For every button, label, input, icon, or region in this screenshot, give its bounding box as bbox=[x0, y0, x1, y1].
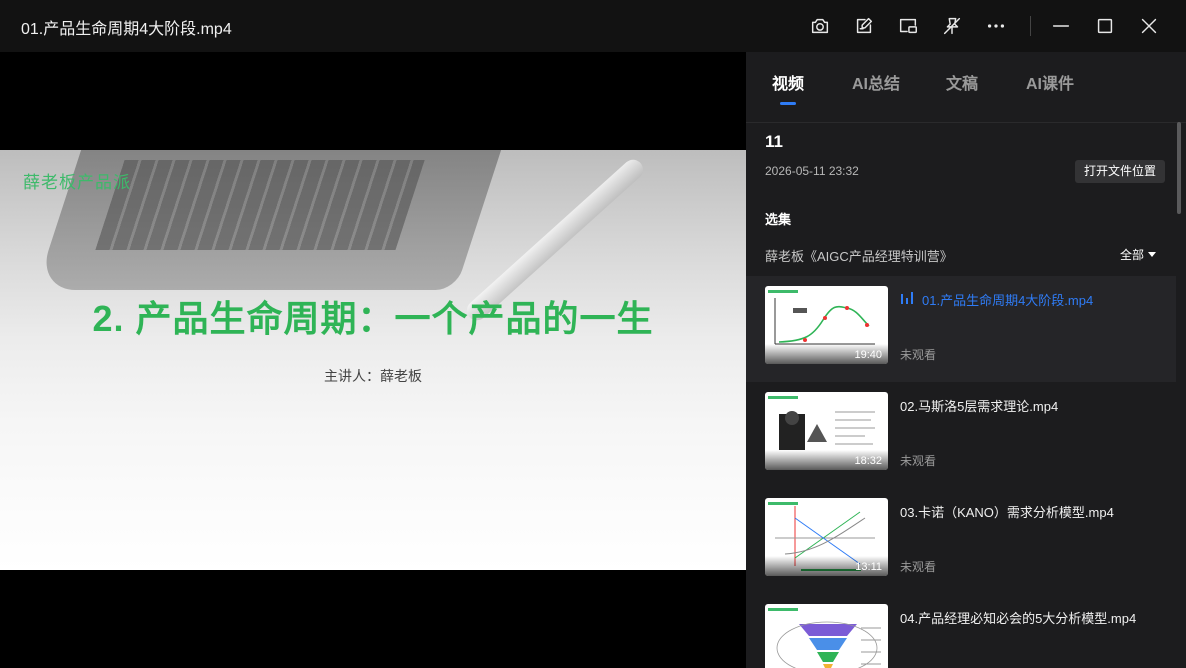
title-bar-divider bbox=[1030, 16, 1031, 36]
video-duration: 13:11 bbox=[855, 561, 882, 573]
screenshot-icon[interactable] bbox=[806, 12, 834, 40]
episode-filter-dropdown[interactable]: 全部 bbox=[1120, 246, 1157, 263]
video-title: 04.产品经理必知必会的5大分析模型.mp4 bbox=[900, 611, 1137, 626]
playlist-item[interactable]: 04.产品经理必知必会的5大分析模型.mp4 bbox=[746, 594, 1176, 668]
playlist-sidebar: 视频 AI总结 文稿 AI课件 11 2026-05-11 23:32 打开文件… bbox=[746, 52, 1186, 668]
video-thumbnail bbox=[765, 604, 888, 668]
close-icon[interactable] bbox=[1135, 12, 1163, 40]
watch-status: 未观看 bbox=[900, 560, 937, 574]
slide-subtitle: 主讲人：薛老板 bbox=[324, 368, 422, 384]
tab-transcript[interactable]: 文稿 bbox=[946, 70, 978, 94]
video-thumbnail: 19:40 bbox=[765, 286, 888, 364]
slide-watermark: 薛老板产品派 bbox=[23, 173, 131, 193]
video-title: 02.马斯洛5层需求理论.mp4 bbox=[900, 399, 1059, 414]
video-thumbnail: 13:11 bbox=[765, 498, 888, 576]
active-tab-indicator bbox=[780, 102, 796, 105]
file-date: 2026-05-11 23:32 bbox=[765, 164, 859, 178]
tab-ai-courseware[interactable]: AI课件 bbox=[1026, 70, 1074, 94]
file-name: 11 bbox=[765, 132, 783, 151]
more-icon[interactable] bbox=[982, 12, 1010, 40]
playlist-item[interactable]: 19:40 01.产品生命周期4大阶段.mp4 未观看 bbox=[746, 276, 1176, 382]
pin-off-icon[interactable] bbox=[938, 12, 966, 40]
video-title: 01.产品生命周期4大阶段.mp4 bbox=[922, 293, 1094, 308]
video-duration: 18:32 bbox=[854, 455, 882, 467]
title-bar: 01.产品生命周期4大阶段.mp4 bbox=[0, 0, 1186, 52]
video-duration: 19:40 bbox=[854, 349, 882, 361]
note-icon[interactable] bbox=[850, 12, 878, 40]
playlist-item[interactable]: 13:11 03.卡诺（KANO）需求分析模型.mp4 未观看 bbox=[746, 488, 1176, 594]
episode-section-label: 选集 bbox=[765, 212, 792, 227]
picture-in-picture-icon[interactable] bbox=[894, 12, 922, 40]
chevron-down-icon bbox=[1148, 252, 1157, 257]
open-file-location-button[interactable]: 打开文件位置 bbox=[1075, 160, 1166, 183]
sidebar-scrollbar[interactable] bbox=[1177, 122, 1181, 214]
filter-label: 全部 bbox=[1120, 248, 1145, 262]
minimize-icon[interactable] bbox=[1047, 12, 1075, 40]
tab-video[interactable]: 视频 bbox=[772, 70, 804, 94]
window-title: 01.产品生命周期4大阶段.mp4 bbox=[21, 21, 232, 38]
video-thumbnail: 18:32 bbox=[765, 392, 888, 470]
watch-status: 未观看 bbox=[900, 348, 937, 362]
video-title: 03.卡诺（KANO）需求分析模型.mp4 bbox=[900, 505, 1114, 520]
keyboard-image bbox=[95, 160, 425, 250]
playlist-item[interactable]: 18:32 02.马斯洛5层需求理论.mp4 未观看 bbox=[746, 382, 1176, 488]
maximize-icon[interactable] bbox=[1091, 12, 1119, 40]
slide-title: 2. 产品生命周期：一个产品的一生 bbox=[92, 298, 654, 339]
now-playing-icon bbox=[901, 292, 915, 304]
tab-ai-summary[interactable]: AI总结 bbox=[852, 70, 900, 94]
video-frame[interactable]: 薛老板产品派 2. 产品生命周期：一个产品的一生 主讲人：薛老板 bbox=[0, 150, 746, 570]
series-name: 薛老板《AIGC产品经理特训营》 bbox=[765, 249, 953, 264]
video-player[interactable]: 薛老板产品派 2. 产品生命周期：一个产品的一生 主讲人：薛老板 bbox=[0, 52, 746, 668]
watch-status: 未观看 bbox=[900, 454, 937, 468]
tab-divider bbox=[746, 122, 1186, 123]
